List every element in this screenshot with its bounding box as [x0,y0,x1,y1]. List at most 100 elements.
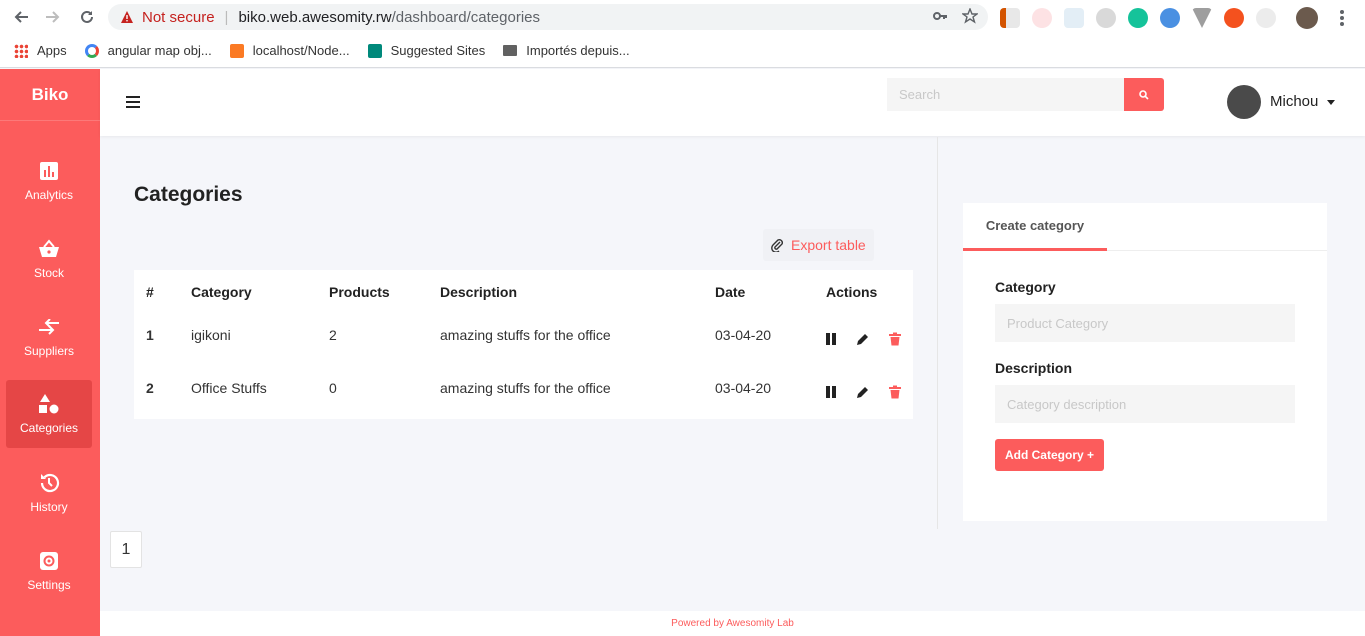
bar-chart-icon [38,160,60,182]
brand-logo[interactable]: Biko [0,69,100,121]
pocket-extension-icon[interactable] [1032,8,1052,28]
key-icon[interactable] [932,8,948,24]
column-header: Category [191,284,252,300]
sidebar-item-label: History [30,500,68,514]
edit-pencil-icon[interactable] [856,332,870,346]
grammarly-extension-icon[interactable] [1128,8,1148,28]
sidebar-item-label: Settings [27,578,71,592]
bookmarks-bar: Apps angular map obj... localhost/Node..… [0,34,1365,68]
user-name[interactable]: Michou [1270,93,1318,110]
bookmark-suggested[interactable]: Suggested Sites [367,43,486,58]
sidebar-item-label: Analytics [24,188,74,202]
sidebar-item-categories[interactable]: Categories [6,380,92,448]
trash-icon[interactable] [888,385,902,399]
reload-icon[interactable] [76,6,98,28]
folder-icon [503,45,518,56]
description-cell: amazing stuffs for the office [440,380,611,396]
star-icon[interactable] [962,8,978,24]
forward-arrow-icon[interactable] [42,6,64,28]
bug-extension-icon[interactable] [1096,8,1116,28]
fire-extension-icon[interactable] [1224,8,1244,28]
trash-icon[interactable] [888,332,902,346]
basket-icon [38,238,60,260]
xampp-icon [229,43,244,58]
google-icon [84,43,99,58]
office-extension-icon[interactable] [1000,8,1020,28]
address-bar[interactable]: Not secure | biko.web.awesomity.rw /dash… [108,4,988,30]
browser-toolbar: Not secure | biko.web.awesomity.rw /dash… [0,0,1365,34]
sidebar-item-suppliers[interactable]: Suppliers [6,303,92,371]
date-cell: 03-04-20 [715,327,772,343]
pause-icon[interactable] [824,332,838,346]
bookmark-folder[interactable]: Importés depuis... [503,43,630,58]
search-button[interactable] [1124,78,1164,111]
warning-icon [121,11,133,23]
vue-extension-icon[interactable] [1192,8,1212,28]
paperclip-icon [771,239,783,252]
browser-menu-icon[interactable] [1340,10,1344,26]
description-field[interactable] [995,385,1295,423]
bing-icon [367,43,382,58]
bookmark-apps[interactable]: Apps [14,43,67,58]
search-input[interactable] [887,78,1124,111]
bookmark-label: Suggested Sites [390,43,486,58]
url-host: biko.web.awesomity.rw [238,8,392,26]
edit-pencil-icon[interactable] [856,385,870,399]
add-category-button[interactable]: Add Category + [995,439,1104,471]
sidebar-item-history[interactable]: History [6,459,92,527]
sidebar-item-settings[interactable]: Settings [6,537,92,605]
products-cell: 0 [329,380,337,396]
category-label: Category [995,279,1056,295]
category-cell: Office Stuffs [191,380,267,396]
page-title: Categories [134,183,243,206]
bookmark-label: Apps [37,43,67,58]
category-field[interactable] [995,304,1295,342]
bookmark-angular[interactable]: angular map obj... [84,43,212,58]
content-divider [937,137,938,529]
caret-down-icon[interactable] [1327,100,1335,105]
bookmark-label: localhost/Node... [252,43,350,58]
bookmark-localhost[interactable]: localhost/Node... [229,43,350,58]
shapes-icon [38,393,60,415]
sidebar: Biko Analytics Stock Suppliers Categorie… [0,69,100,636]
row-number: 1 [146,327,154,343]
search-icon [1139,89,1149,100]
user-avatar[interactable] [1227,85,1261,119]
description-cell: amazing stuffs for the office [440,327,611,343]
categories-table: # Category Products Description Date Act… [134,270,913,419]
zoom-extension-icon[interactable] [1064,8,1084,28]
history-icon [38,472,60,494]
bookmark-label: angular map obj... [107,43,212,58]
browser-profile-avatar[interactable] [1296,7,1318,29]
category-cell: igikoni [191,327,231,343]
extensions-bar [1000,7,1344,29]
column-header: Description [440,284,518,300]
tab-create-category[interactable]: Create category [963,203,1107,251]
arrows-exchange-icon [38,316,60,338]
bookmark-label: Importés depuis... [526,43,630,58]
top-header: Michou [100,69,1365,136]
security-status: Not secure [142,8,215,26]
url-path: /dashboard/categories [391,8,540,26]
apps-grid-icon [14,43,28,58]
column-header: Actions [826,284,878,300]
sidebar-item-label: Categories [19,421,79,435]
sidebar-item-analytics[interactable]: Analytics [6,147,92,215]
column-header: Products [329,284,390,300]
row-number: 2 [146,380,154,396]
description-label: Description [995,360,1073,376]
sidebar-item-label: Suppliers [23,344,75,358]
pagination-page[interactable]: 1 [110,531,142,568]
sidebar-item-label: Stock [33,266,64,280]
date-cell: 03-04-20 [715,380,772,396]
hamburger-menu-icon[interactable] [126,96,140,108]
footer: Powered by Awesomity Lab [100,611,1365,636]
column-header: # [146,284,154,300]
export-table-button[interactable]: Export table [763,229,874,261]
tab-divider [1107,250,1327,251]
pause-icon[interactable] [824,385,838,399]
back-arrow-icon[interactable] [10,6,32,28]
blue-extension-icon[interactable] [1160,8,1180,28]
sidebar-item-stock[interactable]: Stock [6,225,92,293]
timer-extension-icon[interactable] [1256,8,1276,28]
